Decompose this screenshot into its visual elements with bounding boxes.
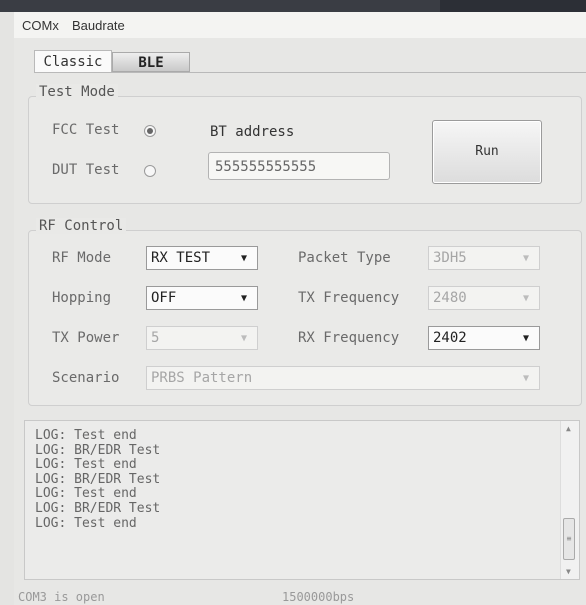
tx-power-label: TX Power [52,330,120,346]
log-lines: LOG: Test end LOG: BR/EDR Test LOG: Test… [35,428,161,531]
hopping-label: Hopping [52,290,112,306]
status-bar: COM3 is open 1500000bps [14,584,586,605]
log-scrollbar[interactable]: ▲ ≡ ▼ [560,421,579,579]
menu-comx[interactable]: COMx [22,18,59,33]
tx-frequency-label: TX Frequency [298,290,400,306]
tab-ble[interactable]: BLE [112,52,190,72]
scroll-down-icon[interactable]: ▼ [566,567,571,576]
test-mode-legend: Test Mode [36,84,118,100]
main-window: Classic BLE Test Mode FCC Test DUT Test … [14,38,586,605]
menu-baudrate[interactable]: Baudrate [72,18,125,33]
chevron-down-icon: ▼ [240,333,247,344]
hopping-value: OFF [151,290,177,306]
bt-address-label: BT address [210,124,295,140]
rx-frequency-label: RX Frequency [298,330,400,346]
run-button[interactable]: Run [432,120,542,184]
fcc-test-radio[interactable] [144,125,156,137]
menu-bar: COMx Baudrate [14,12,586,39]
dut-test-label: DUT Test [52,162,120,178]
chevron-down-icon: ▼ [522,373,529,384]
chevron-down-icon: ▼ [522,253,529,264]
screen-top-edge [0,0,586,12]
radio-selected-dot [147,128,153,134]
status-baud: 1500000bps [282,590,355,604]
status-port: COM3 is open [18,590,105,604]
scenario-value: PRBS Pattern [151,370,253,386]
rf-mode-label: RF Mode [52,250,112,266]
log-line: LOG: BR/EDR Test [35,471,161,487]
chevron-down-icon: ▼ [522,333,529,344]
scenario-select[interactable]: PRBS Pattern ▼ [146,366,540,390]
log-line: LOG: BR/EDR Test [35,442,161,458]
packet-type-label: Packet Type [298,250,391,266]
tx-frequency-select[interactable]: 2480 ▼ [428,286,540,310]
scroll-thumb[interactable]: ≡ [563,518,575,560]
tx-frequency-value: 2480 [433,290,467,306]
bt-address-input[interactable]: 555555555555 [208,152,390,180]
rx-frequency-select[interactable]: 2402 ▼ [428,326,540,350]
hopping-select[interactable]: OFF ▼ [146,286,258,310]
chevron-down-icon: ▼ [522,293,529,304]
screen-top-edge-shadow [440,0,586,12]
log-line: LOG: Test end [35,515,137,531]
log-line: LOG: Test end [35,486,137,502]
rf-control-legend: RF Control [36,218,127,234]
rf-mode-select[interactable]: RX TEST ▼ [146,246,258,270]
tx-power-select[interactable]: 5 ▼ [146,326,258,350]
scenario-label: Scenario [52,370,120,386]
chevron-down-icon: ▼ [240,293,247,304]
log-line: LOG: BR/EDR Test [35,500,161,516]
tab-classic[interactable]: Classic [34,50,112,72]
tx-power-value: 5 [151,330,160,346]
log-textarea[interactable]: LOG: Test end LOG: BR/EDR Test LOG: Test… [24,420,580,580]
packet-type-value: 3DH5 [433,250,467,266]
scroll-up-icon[interactable]: ▲ [566,424,571,433]
rx-frequency-value: 2402 [433,330,467,346]
dut-test-radio[interactable] [144,165,156,177]
chevron-down-icon: ▼ [240,253,247,264]
scroll-thumb-grip-icon: ≡ [566,534,572,543]
rf-mode-value: RX TEST [151,250,211,266]
tab-divider [34,72,586,73]
packet-type-select[interactable]: 3DH5 ▼ [428,246,540,270]
log-line: LOG: Test end [35,457,137,473]
log-line: LOG: Test end [35,428,137,443]
fcc-test-label: FCC Test [52,122,120,138]
